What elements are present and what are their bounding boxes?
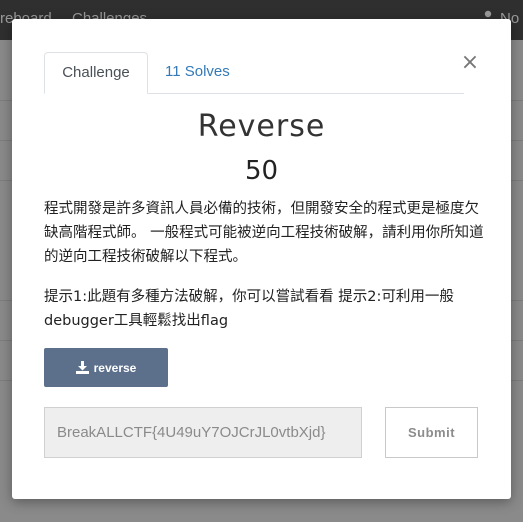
close-icon[interactable]: × [460,52,480,74]
download-file-button[interactable]: reverse [44,348,168,387]
submit-button[interactable]: Submit [385,407,478,458]
download-file-label: reverse [93,360,137,375]
download-icon [75,361,89,374]
challenge-title: Reverse [197,109,326,144]
challenge-description: 程式開發是許多資訊人員必備的技術，但開發安全的程式更是極度欠缺高階程式師。 一般… [44,201,484,265]
modal-tabs: Challenge 11 Solves [44,52,464,94]
flag-input[interactable] [44,407,362,458]
challenge-value: 50 [244,156,279,186]
challenge-hint: 提示1:此題有多種方法破解，你可以嘗試看看 提示2:可利用一般debugger工… [44,289,454,329]
tab-solves[interactable]: 11 Solves [150,52,245,92]
challenge-modal: Challenge 11 Solves × Reverse 50 程式開發是許多… [12,19,511,499]
tab-challenge[interactable]: Challenge [44,52,148,94]
